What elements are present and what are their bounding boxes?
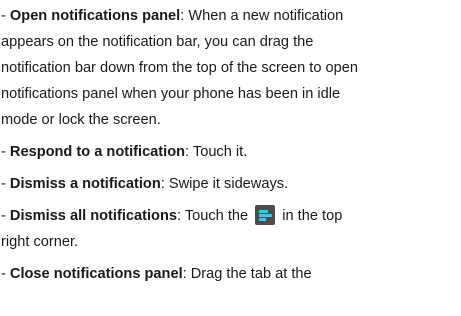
item-dash: - [1,144,10,160]
item-dash: - [1,8,10,24]
list-item-respond-to-notification: - Respond to a notification: Touch it. [1,139,459,165]
clear-all-icon [255,204,276,225]
item-text-line: mode or lock the screen. [1,112,161,128]
item-separator: : [160,176,169,192]
item-dash: - [1,266,10,282]
document-page: - Open notifications panel: When a new n… [0,0,461,316]
item-text-line: appears on the notification bar, you can… [1,34,314,50]
item-term: Respond to a notification [9,144,186,160]
item-text: Drag the tab at the [190,266,312,282]
item-separator: : [176,208,185,224]
item-separator: : [182,266,191,282]
item-dash: - [1,208,10,224]
item-text-line: notifications panel when your phone has … [1,86,341,102]
item-text: in the top [282,208,343,224]
list-item-open-notifications-panel: - Open notifications panel: When a new n… [1,3,459,29]
item-text: Swipe it sideways. [168,176,289,192]
item-term: Dismiss all notifications [9,208,177,224]
item-term: Dismiss a notification [9,176,161,192]
item-text-line: When a new notification [188,8,344,24]
item-term: Close notifications panel [9,266,183,282]
item-text: Touch it. [192,144,248,160]
item-separator: : [185,144,193,160]
item-text: Touch the [184,208,249,224]
item-text-line: right corner. [1,234,79,250]
item-text-line: notification bar down from the top of th… [1,60,358,76]
item-dash: - [1,176,10,192]
item-term: Open notifications panel [9,8,181,24]
list-item-dismiss-notification: - Dismiss a notification: Swipe it sidew… [1,171,459,197]
list-item-dismiss-all-notifications: - Dismiss all notifications: Touch the i… [1,203,459,229]
list-item-close-notifications-panel: - Close notifications panel: Drag the ta… [1,261,459,287]
